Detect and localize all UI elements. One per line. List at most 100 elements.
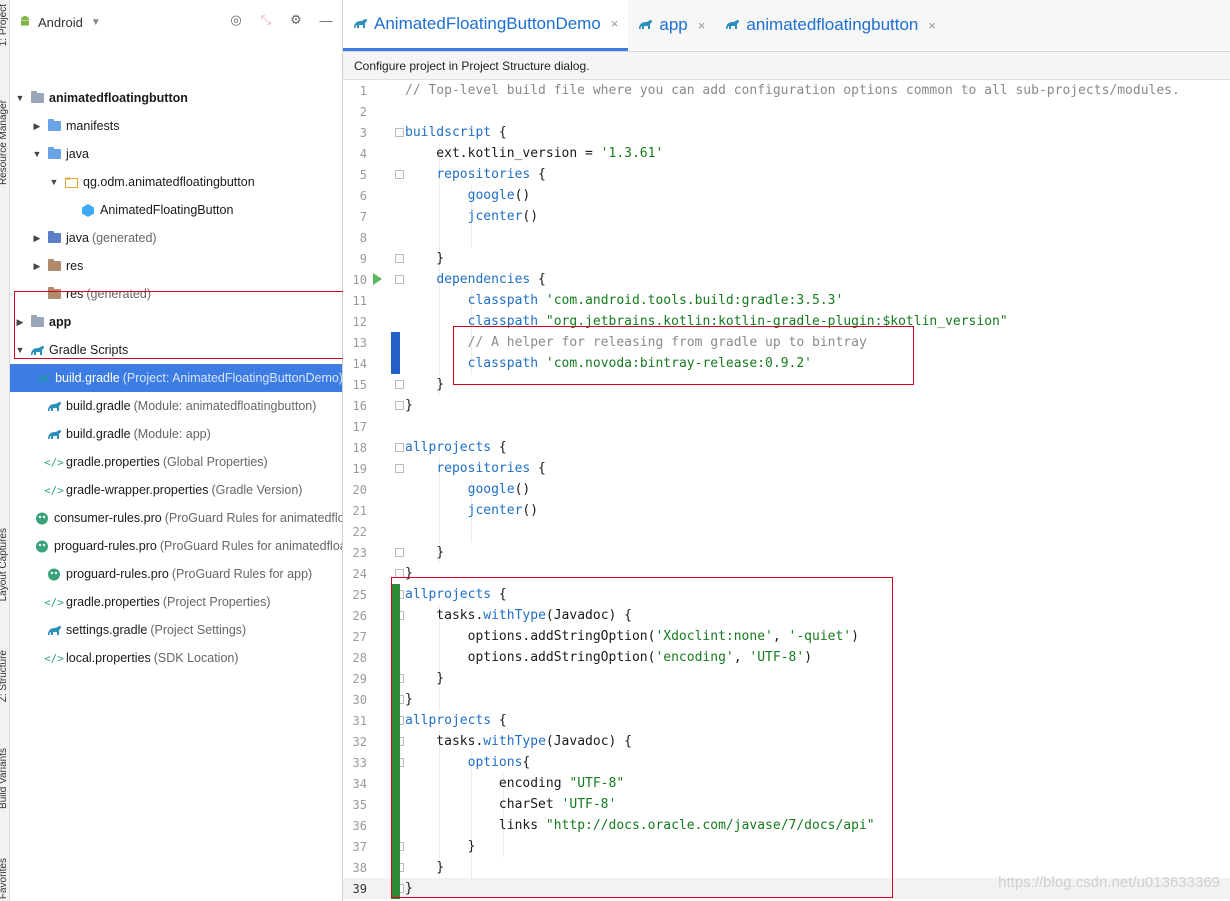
fold-marker-icon[interactable]	[395, 548, 404, 557]
fold-marker-icon[interactable]	[395, 464, 404, 473]
fold-marker-icon[interactable]	[395, 443, 404, 452]
vcs-modified-marker[interactable]	[391, 332, 400, 374]
expand-arrow-icon[interactable]: ▼	[14, 93, 26, 103]
code-line[interactable]: 1 // Top-level build file where you can a…	[343, 80, 1230, 101]
code-line[interactable]: 17	[343, 416, 1230, 437]
code-line[interactable]: 27 options.addStringOption('Xdoclint:non…	[343, 626, 1230, 647]
fold-marker-icon[interactable]	[395, 170, 404, 179]
code-line[interactable]: 24}	[343, 563, 1230, 584]
code-line[interactable]: 35 charSet 'UTF-8'	[343, 794, 1230, 815]
tree-item[interactable]: settings.gradle (Project Settings)	[10, 616, 342, 644]
code-line[interactable]: 30}	[343, 689, 1230, 710]
fold-marker-icon[interactable]	[395, 254, 404, 263]
tree-item[interactable]: build.gradle (Project: AnimatedFloatingBu…	[10, 364, 342, 392]
collapse-all-icon[interactable]: ⤡	[258, 12, 274, 28]
tree-item[interactable]: proguard-rules.pro (ProGuard Rules for an…	[10, 532, 342, 560]
code-line[interactable]: 7 jcenter()	[343, 206, 1230, 227]
code-line[interactable]: 22	[343, 521, 1230, 542]
tree-item[interactable]: proguard-rules.pro (ProGuard Rules for ap…	[10, 560, 342, 588]
tree-item[interactable]: ▼ java	[10, 140, 342, 168]
close-tab-icon[interactable]: ×	[611, 16, 619, 31]
code-line[interactable]: 3 buildscript {	[343, 122, 1230, 143]
code-token: }	[405, 377, 445, 392]
tree-item[interactable]: </> gradle-wrapper.properties (Gradle Vers…	[10, 476, 342, 504]
tree-item[interactable]: ▶ java (generated)	[10, 224, 342, 252]
fold-marker-icon[interactable]	[395, 401, 404, 410]
code-line[interactable]: 25 allprojects {	[343, 584, 1230, 605]
code-line[interactable]: 6 google()	[343, 185, 1230, 206]
code-line[interactable]: 37 }	[343, 836, 1230, 857]
expand-arrow-icon[interactable]: ▼	[14, 345, 26, 355]
code-line[interactable]: 16}	[343, 395, 1230, 416]
locate-icon[interactable]: ◎	[228, 12, 244, 28]
collapse-arrow-icon[interactable]: ▶	[31, 121, 43, 132]
code-line[interactable]: 5 repositories {	[343, 164, 1230, 185]
fold-marker-icon[interactable]	[395, 380, 404, 389]
code-line[interactable]: 18 allprojects {	[343, 437, 1230, 458]
code-line[interactable]: 13 // A helper for releasing from gradle…	[343, 332, 1230, 353]
close-tab-icon[interactable]: ×	[928, 18, 936, 33]
close-tab-icon[interactable]: ×	[698, 18, 706, 33]
tree-item[interactable]: ▶ res	[10, 252, 342, 280]
code-line[interactable]: 10 dependencies {	[343, 269, 1230, 290]
code-line[interactable]: 21 jcenter()	[343, 500, 1230, 521]
code-line[interactable]: 9 }	[343, 248, 1230, 269]
code-line[interactable]: 8	[343, 227, 1230, 248]
code-line[interactable]: 15 }	[343, 374, 1230, 395]
strip-layout-captures-label[interactable]: Layout Captures	[0, 528, 9, 601]
editor-tab[interactable]: animatedfloatingbutton ×	[715, 0, 946, 51]
code-line[interactable]: 2	[343, 101, 1230, 122]
hide-panel-icon[interactable]: —	[318, 12, 334, 28]
run-gutter-icon[interactable]	[373, 273, 382, 285]
tree-item[interactable]: ▼ qg.odm.animatedfloatingbutton	[10, 168, 342, 196]
tree-item[interactable]: build.gradle (Module: app)	[10, 420, 342, 448]
code-line[interactable]: 14 classpath 'com.novoda:bintray-release…	[343, 353, 1230, 374]
code-editor[interactable]: 1 // Top-level build file where you can a…	[343, 80, 1230, 901]
tree-item[interactable]: build.gradle (Module: animatedfloatingbut…	[10, 392, 342, 420]
code-line[interactable]: 19 repositories {	[343, 458, 1230, 479]
strip-favorites-label[interactable]: Favorites	[0, 858, 9, 899]
tree-item[interactable]: consumer-rules.pro (ProGuard Rules for an…	[10, 504, 342, 532]
code-line[interactable]: 12 classpath "org.jetbrains.kotlin:kotli…	[343, 311, 1230, 332]
vcs-added-marker[interactable]	[391, 584, 400, 899]
tree-item[interactable]: res (generated)	[10, 280, 342, 308]
code-line[interactable]: 23 }	[343, 542, 1230, 563]
line-number: 15	[352, 377, 367, 392]
tree-item[interactable]: </> gradle.properties (Global Properties)	[10, 448, 342, 476]
collapse-arrow-icon[interactable]: ▶	[31, 233, 43, 244]
tree-item[interactable]: ▼ animatedfloatingbutton	[10, 84, 342, 112]
tree-item[interactable]: AnimatedFloatingButton	[10, 196, 342, 224]
strip-project-label[interactable]: 1: Project	[0, 4, 9, 46]
view-mode-dropdown[interactable]: Android ▼	[18, 14, 101, 31]
editor-tab[interactable]: app ×	[628, 0, 715, 51]
strip-build-variants-label[interactable]: Build Variants	[0, 748, 9, 809]
code-line[interactable]: 36 links "http://docs.oracle.com/javase/…	[343, 815, 1230, 836]
code-line[interactable]: 4 ext.kotlin_version = '1.3.61'	[343, 143, 1230, 164]
settings-gear-icon[interactable]: ⚙	[288, 12, 304, 28]
fold-marker-icon[interactable]	[395, 275, 404, 284]
strip-resource-manager-label[interactable]: Resource Manager	[0, 100, 9, 185]
code-line[interactable]: 26 tasks.withType(Javadoc) {	[343, 605, 1230, 626]
gradle-notice-bar[interactable]: Configure project in Project Structure d…	[343, 52, 1230, 80]
expand-arrow-icon[interactable]: ▼	[48, 177, 60, 187]
editor-tab[interactable]: AnimatedFloatingButtonDemo ×	[343, 0, 629, 51]
code-line[interactable]: 34 encoding "UTF-8"	[343, 773, 1230, 794]
tree-item[interactable]: </> gradle.properties (Project Properties)	[10, 588, 342, 616]
fold-marker-icon[interactable]	[395, 128, 404, 137]
strip-structure-label[interactable]: Z: Structure	[0, 650, 9, 702]
tree-item[interactable]: ▶ app	[10, 308, 342, 336]
collapse-arrow-icon[interactable]: ▶	[31, 261, 43, 272]
code-line[interactable]: 28 options.addStringOption('encoding', '…	[343, 647, 1230, 668]
code-line[interactable]: 20 google()	[343, 479, 1230, 500]
code-line[interactable]: 32 tasks.withType(Javadoc) {	[343, 731, 1230, 752]
code-line[interactable]: 29 }	[343, 668, 1230, 689]
code-line[interactable]: 11 classpath 'com.android.tools.build:gr…	[343, 290, 1230, 311]
expand-arrow-icon[interactable]: ▼	[31, 149, 43, 159]
code-line[interactable]: 33 options{	[343, 752, 1230, 773]
tree-item[interactable]: ▼ Gradle Scripts	[10, 336, 342, 364]
fold-marker-icon[interactable]	[395, 569, 404, 578]
collapse-arrow-icon[interactable]: ▶	[14, 317, 26, 328]
tree-item[interactable]: </> local.properties (SDK Location)	[10, 644, 342, 672]
code-line[interactable]: 31 allprojects {	[343, 710, 1230, 731]
tree-item[interactable]: ▶ manifests	[10, 112, 342, 140]
